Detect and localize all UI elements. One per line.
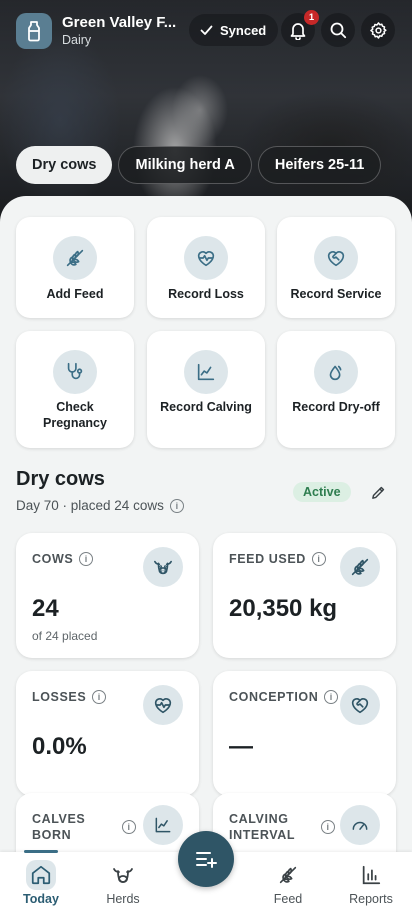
stat-value: 20,350 kg [229,595,338,622]
list-plus-icon [196,852,217,868]
stat-note: of 24 placed [32,629,98,643]
chip-milking-herd-a[interactable]: Milking herd A [118,146,252,184]
chart-line-icon [184,350,228,394]
check-pregnancy-label: Check Pregnancy [43,400,107,430]
record-service-label: Record Service [290,287,382,301]
stat-card-losses[interactable]: LOSSES i 0.0% [16,671,199,796]
info-icon[interactable]: i [321,820,335,834]
record-calving-button[interactable]: Record Calving [147,331,265,448]
pencil-icon [371,486,384,499]
feed-icon [53,236,97,280]
search-button[interactable] [321,13,355,47]
milk-bottle-icon [28,21,40,42]
stat-label-text: LOSSES [32,690,87,704]
stat-label-text: CALVES BORN [32,812,86,842]
cow-icon [108,860,138,890]
farm-avatar[interactable] [16,13,52,49]
search-icon [330,22,347,39]
sync-status[interactable]: Synced [189,14,279,46]
nav-label: Feed [273,892,303,906]
farm-type: Dairy [62,33,92,47]
nav-label: Today [23,892,59,906]
add-entry-fab[interactable] [178,831,234,887]
group-title: Dry cows [16,468,105,490]
status-badge: Active [293,482,351,502]
stat-label: CALVES BORN i [32,811,152,843]
heart-handshake-icon [314,236,358,280]
chip-heifers[interactable]: Heifers 25-11 [257,146,382,184]
bar-chart-icon [356,860,386,890]
nav-label: Reports [349,892,393,906]
stat-label: COWS i [32,551,94,567]
record-service-button[interactable]: Record Service [277,217,395,318]
gear-icon [369,21,387,39]
top-bar: Green Valley F... Dairy Synced 1 [0,0,412,60]
stat-label: CALVING INTERVAL i [229,811,349,843]
bell-icon [290,22,306,40]
nav-feed[interactable]: Feed [247,852,329,915]
stethoscope-icon [53,350,97,394]
stat-value: — [229,733,253,760]
active-indicator [24,850,58,853]
stat-label: CONCEPTION i [229,689,339,705]
stat-label-text: CALVING INTERVAL [229,812,296,842]
nav-label: Herds [106,892,140,906]
add-feed-label: Add Feed [46,287,104,301]
stat-card-conception[interactable]: CONCEPTION i — [213,671,396,796]
info-icon[interactable]: i [122,820,136,834]
stat-card-cows[interactable]: COWS i 24 of 24 placed [16,533,199,658]
stat-value: 0.0% [32,733,87,760]
chip-dry-cows[interactable]: Dry cows [16,146,113,184]
heart-handshake-icon [340,685,380,725]
notification-badge: 1 [304,10,319,25]
group-subtitle: Day 70 · placed 24 cows i [16,498,184,513]
stat-value: 24 [32,595,59,622]
record-loss-button[interactable]: Record Loss [147,217,265,318]
check-pregnancy-button[interactable]: Check Pregnancy [16,331,134,448]
info-icon[interactable]: i [324,690,339,704]
info-icon[interactable]: i [311,552,326,566]
feed-icon [340,547,380,587]
stat-label-text: CONCEPTION [229,690,319,704]
gauge-icon [340,805,380,845]
heart-pulse-icon [184,236,228,280]
check-icon [200,25,213,35]
nav-herds[interactable]: Herds [82,852,164,915]
heart-pulse-icon [143,685,183,725]
info-icon[interactable]: i [92,690,107,704]
home-icon [26,860,56,890]
stat-label-text: COWS [32,552,74,566]
record-calving-label: Record Calving [160,400,252,414]
record-loss-label: Record Loss [168,287,244,301]
settings-button[interactable] [361,13,395,47]
sync-label: Synced [220,22,267,38]
group-subtitle-text: Day 70 · placed 24 cows [16,498,164,513]
feed-icon [273,860,303,890]
farm-name[interactable]: Green Valley F... [62,14,176,31]
add-feed-button[interactable]: Add Feed [16,217,134,318]
group-chips: Dry cows Milking herd A Heifers 25-11 [16,146,382,184]
info-icon[interactable]: i [169,498,184,513]
stat-label: LOSSES i [32,689,107,705]
content-sheet: Add Feed Record Loss Record Service Chec… [0,196,412,915]
stat-card-feed-used[interactable]: FEED USED i 20,350 kg [213,533,396,658]
info-icon[interactable]: i [79,552,94,566]
nav-today[interactable]: Today [0,850,82,915]
record-dry-off-button[interactable]: Record Dry-off [277,331,395,448]
cow-icon [143,547,183,587]
edit-button[interactable] [368,482,388,502]
stat-label: FEED USED i [229,551,326,567]
stat-label-text: FEED USED [229,552,306,566]
nav-reports[interactable]: Reports [330,852,412,915]
droplets-icon [314,350,358,394]
chart-line-icon [143,805,183,845]
record-dry-off-label: Record Dry-off [292,400,380,414]
